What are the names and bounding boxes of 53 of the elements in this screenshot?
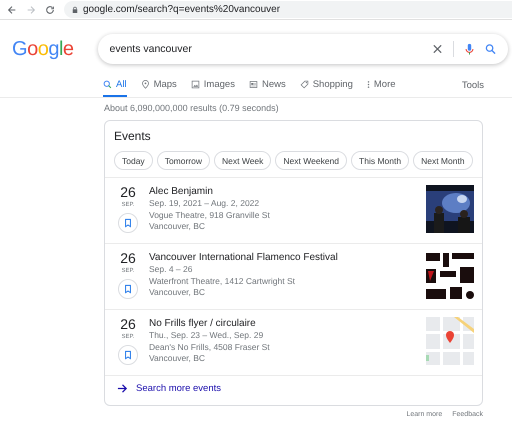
- result-stats: About 6,090,000,000 results (0.79 seconds): [104, 103, 280, 113]
- newspaper-icon: [248, 80, 258, 88]
- event-venue: Dean's No Frills, 4508 Fraser St: [149, 342, 271, 353]
- bookmark-button[interactable]: [118, 345, 138, 365]
- event-dates: Thu., Sep. 23 – Wed., Sep. 29: [149, 330, 264, 342]
- event-city: Vancouver, BC: [149, 287, 206, 298]
- tools-button[interactable]: Tools: [462, 73, 484, 97]
- event-dates: Sep. 19, 2021 – Aug. 2, 2022: [149, 198, 260, 210]
- address-bar[interactable]: google.com/search?q=events%20vancouver: [64, 1, 512, 18]
- bookmark-button[interactable]: [118, 279, 138, 299]
- reload-icon[interactable]: [45, 4, 55, 14]
- event-dates: Sep. 4 – 26: [149, 264, 194, 276]
- tab[interactable]: Images: [190, 73, 235, 97]
- filter-chip[interactable]: This Month: [351, 151, 410, 170]
- event-title[interactable]: Alec Benjamin: [149, 185, 416, 198]
- more-icon: [366, 80, 370, 88]
- tab[interactable]: News: [248, 73, 286, 97]
- tab[interactable]: More: [366, 73, 396, 97]
- filter-chip[interactable]: Tomorrow: [156, 151, 210, 170]
- filter-chip[interactable]: Next Month: [413, 151, 473, 170]
- event-title[interactable]: Vancouver International Flamenco Festival: [149, 251, 416, 264]
- bookmark-icon: [124, 218, 132, 228]
- tab[interactable]: All: [103, 73, 127, 97]
- event-day: 26: [120, 251, 136, 266]
- lock-icon: [72, 6, 78, 14]
- tab[interactable]: Shopping: [300, 73, 353, 97]
- bookmark-icon: [124, 284, 132, 294]
- filter-chip[interactable]: Next Weekend: [275, 151, 348, 170]
- event-title[interactable]: No Frills flyer / circulaire: [149, 317, 416, 330]
- clear-icon[interactable]: [432, 43, 443, 55]
- card-title: Events: [113, 128, 152, 145]
- event-city: Vancouver, BC: [149, 221, 206, 232]
- bookmark-icon: [124, 350, 132, 360]
- tag-icon: [300, 80, 309, 88]
- event-day: 26: [120, 185, 136, 200]
- search-icon: [103, 80, 112, 88]
- event-day: 26: [120, 317, 136, 332]
- arrow-icon: [117, 383, 128, 394]
- event-venue: Vogue Theatre, 918 Granville St: [149, 210, 271, 221]
- search-icon[interactable]: [484, 43, 496, 55]
- tab[interactable]: Maps: [140, 73, 177, 97]
- filter-chip[interactable]: Today: [114, 151, 153, 170]
- filter-chip[interactable]: Next Week: [214, 151, 272, 170]
- bookmark-button[interactable]: [118, 213, 138, 233]
- image-icon: [190, 80, 200, 88]
- logo[interactable]: Google: [12, 37, 74, 61]
- microphone-icon[interactable]: [464, 43, 475, 55]
- search-more-link[interactable]: Search more events: [117, 383, 222, 394]
- back-icon[interactable]: [7, 4, 17, 14]
- pin-icon: [140, 80, 150, 88]
- search-field[interactable]: events vancouver: [98, 34, 508, 64]
- event-city: Vancouver, BC: [149, 353, 206, 364]
- event-venue: Waterfront Theatre, 1412 Cartwright St: [149, 276, 296, 287]
